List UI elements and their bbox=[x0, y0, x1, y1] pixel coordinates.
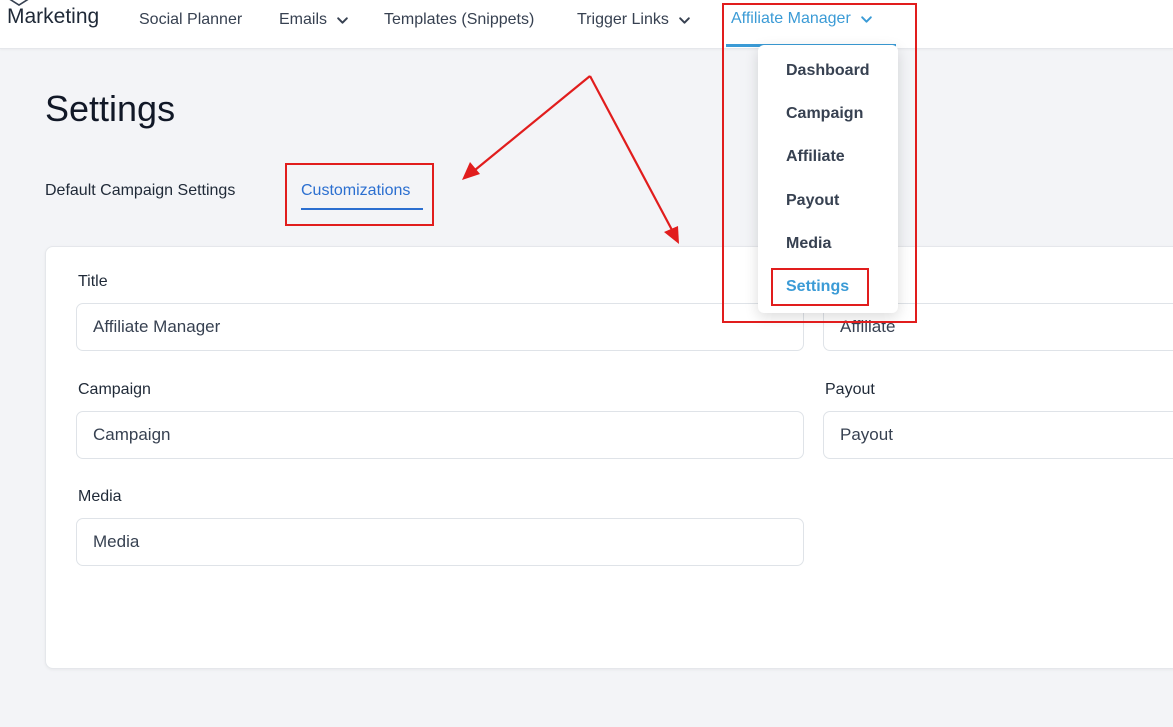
affiliate-manager-dropdown: Dashboard Campaign Affiliate Payout Medi… bbox=[758, 45, 898, 313]
payout-field-label: Payout bbox=[825, 381, 875, 398]
nav-social-planner[interactable]: Social Planner bbox=[139, 11, 242, 29]
nav-affiliate-manager-label: Affiliate Manager bbox=[731, 10, 851, 27]
tab-default-campaign-settings[interactable]: Default Campaign Settings bbox=[45, 182, 235, 200]
nav-templates-snippets[interactable]: Templates (Snippets) bbox=[384, 11, 534, 29]
page-title: Settings bbox=[45, 88, 176, 129]
dropdown-item-dashboard[interactable]: Dashboard bbox=[786, 62, 870, 80]
payout-input[interactable] bbox=[823, 411, 1173, 459]
brand-title: Marketing bbox=[7, 5, 100, 28]
tab-customizations[interactable]: Customizations bbox=[301, 182, 410, 200]
nav-emails-label: Emails bbox=[279, 11, 328, 28]
campaign-input[interactable] bbox=[76, 411, 804, 459]
media-field-label: Media bbox=[78, 488, 122, 505]
tab-active-indicator bbox=[301, 208, 423, 210]
chevron-down-icon bbox=[679, 16, 690, 24]
chevron-down-icon bbox=[337, 16, 348, 24]
nav-social-planner-label: Social Planner bbox=[139, 11, 243, 28]
top-navigation-bar: Marketing Social Planner Emails Template… bbox=[0, 0, 1173, 49]
nav-emails[interactable]: Emails bbox=[279, 11, 349, 29]
customizations-card: Title Campaign Payout Media bbox=[45, 246, 1173, 669]
nav-trigger-links-label: Trigger Links bbox=[577, 11, 669, 28]
dropdown-item-campaign[interactable]: Campaign bbox=[786, 105, 863, 123]
arrowhead-customizations bbox=[462, 162, 480, 180]
arrow-to-form-card bbox=[589, 75, 673, 231]
arrowhead-form-card bbox=[664, 226, 679, 244]
title-input[interactable] bbox=[76, 303, 804, 351]
campaign-field-label: Campaign bbox=[78, 381, 151, 398]
nav-affiliate-manager[interactable]: Affiliate Manager bbox=[731, 10, 873, 28]
arrow-to-customizations bbox=[474, 75, 591, 171]
nav-templates-label: Templates (Snippets) bbox=[384, 11, 535, 28]
dropdown-item-payout[interactable]: Payout bbox=[786, 192, 839, 210]
dropdown-item-settings[interactable]: Settings bbox=[786, 278, 849, 296]
dropdown-item-media[interactable]: Media bbox=[786, 235, 831, 253]
dropdown-item-affiliate[interactable]: Affiliate bbox=[786, 148, 845, 166]
media-input[interactable] bbox=[76, 518, 804, 566]
chevron-down-icon bbox=[860, 15, 872, 23]
nav-trigger-links[interactable]: Trigger Links bbox=[577, 11, 691, 29]
title-field-label: Title bbox=[78, 273, 108, 290]
